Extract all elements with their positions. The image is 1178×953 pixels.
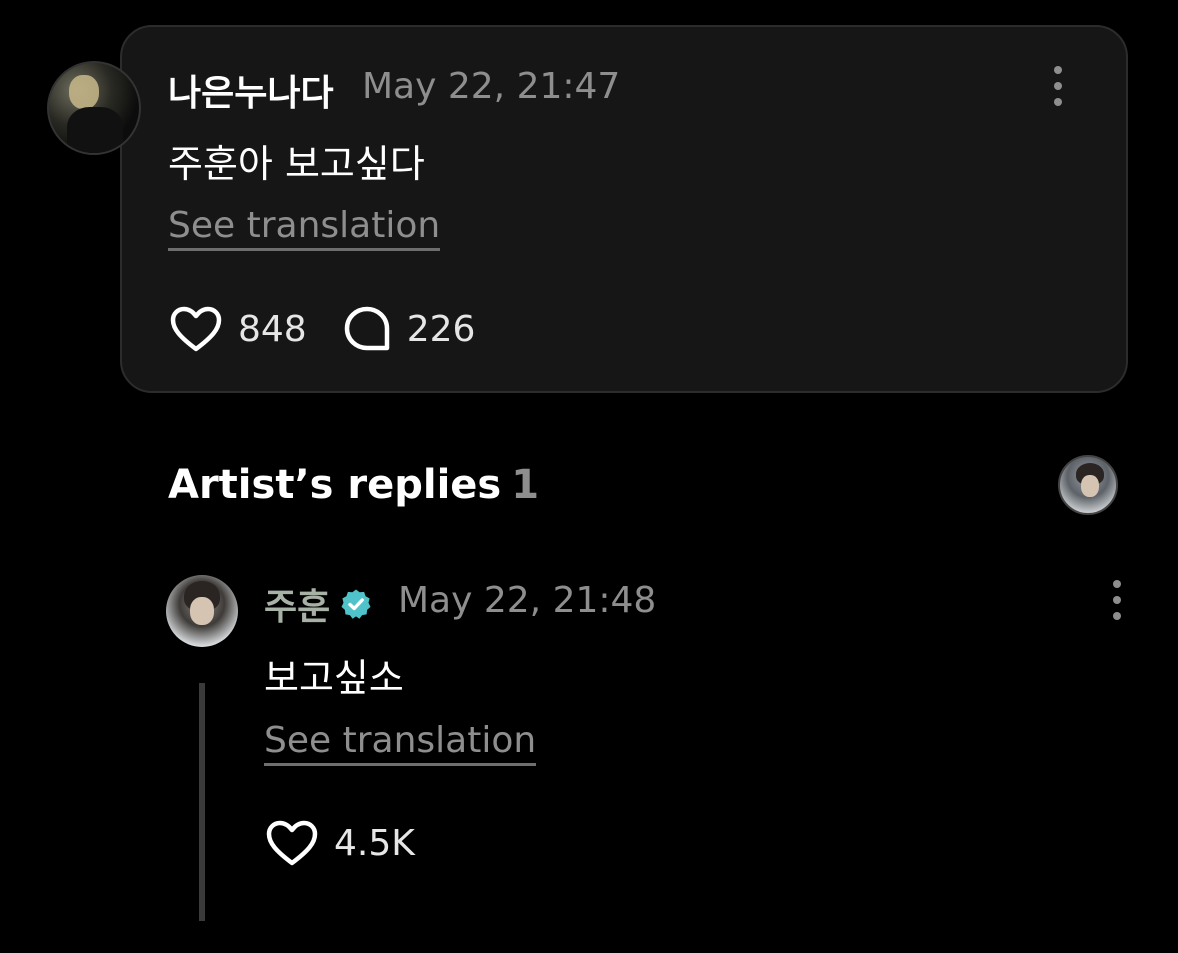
artist-avatar-small[interactable] — [1058, 455, 1118, 515]
comment-timestamp: May 22, 21:47 — [362, 66, 621, 107]
heart-icon — [170, 306, 222, 352]
avatar-face — [1081, 475, 1099, 497]
reply-see-translation-link[interactable]: See translation — [264, 720, 537, 766]
artist-name: 주훈 — [264, 587, 331, 628]
avatar-face — [69, 75, 99, 109]
artist-replies-heading: Artist’s replies 1 — [168, 462, 539, 508]
speech-bubble-icon — [344, 306, 389, 351]
reply-text: 보고싶소 — [264, 656, 404, 700]
comment-thread-page: 나은누나다 May 22, 21:47 주훈아 보고싶다 See transla… — [0, 0, 1178, 953]
commenter-avatar[interactable] — [47, 61, 141, 155]
artist-avatar[interactable] — [166, 575, 238, 647]
artist-name-row[interactable]: 주훈 — [264, 578, 372, 630]
comment-like-count: 848 — [238, 308, 307, 350]
reply-like-count: 4.5K — [334, 822, 415, 864]
reply-more-options-icon[interactable] — [1111, 580, 1123, 620]
comment-see-translation-link[interactable]: See translation — [168, 205, 441, 251]
comment-reply-button[interactable]: 226 — [343, 305, 476, 353]
comment-reply-count: 226 — [406, 308, 476, 350]
reply-timestamp: May 22, 21:48 — [398, 580, 657, 621]
avatar-body — [67, 107, 123, 153]
comment-like-button[interactable]: 848 — [170, 306, 307, 352]
comment-more-options-icon[interactable] — [1052, 66, 1064, 106]
comment-text: 주훈아 보고싶다 — [168, 142, 425, 186]
thread-line — [199, 683, 205, 921]
avatar-face — [190, 597, 214, 625]
commenter-name[interactable]: 나은누나다 — [168, 64, 334, 116]
artist-replies-title: Artist’s replies — [168, 462, 502, 508]
heart-icon — [266, 820, 318, 866]
reply-actions: 4.5K — [266, 820, 415, 866]
comment-actions: 848 226 — [170, 305, 475, 353]
artist-replies-count: 1 — [511, 462, 540, 508]
verified-badge-icon — [341, 589, 371, 619]
reply-like-button[interactable]: 4.5K — [266, 820, 415, 866]
